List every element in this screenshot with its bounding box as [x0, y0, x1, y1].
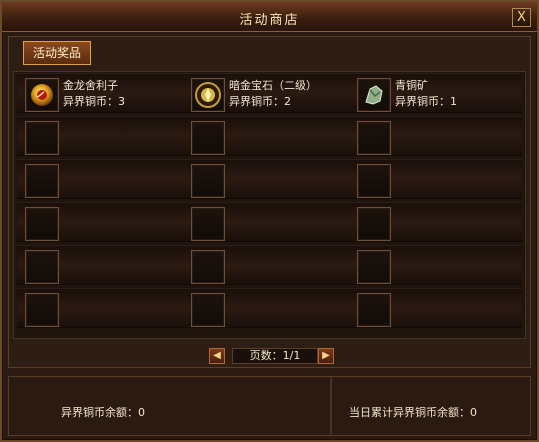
item-row — [17, 288, 522, 328]
item-name: 金龙舍利子 — [63, 79, 118, 92]
pagination: ◀ 页数：1/1 ▶ — [9, 344, 530, 366]
footer-divider — [330, 377, 332, 435]
item-name: 暗金宝石（二级） — [229, 79, 317, 92]
item-slot[interactable] — [25, 78, 59, 112]
daily-copper-balance: 当日累计异界铜币余额：0 — [349, 406, 477, 419]
prev-page-button[interactable]: ◀ — [209, 348, 225, 364]
empty-cell — [353, 290, 518, 328]
item-cell-1[interactable]: 金龙舍利子 异界铜币：3 — [21, 75, 186, 113]
tab-activity-rewards[interactable]: 活动奖品 — [23, 41, 91, 65]
next-page-button[interactable]: ▶ — [318, 348, 334, 364]
empty-slot[interactable] — [191, 121, 225, 155]
dark-gold-gem-icon — [195, 82, 221, 108]
item-price: 异界铜币：2 — [229, 95, 291, 108]
close-button[interactable]: X — [512, 8, 531, 27]
activity-shop-window: 活动商店 X 活动奖品 金龙舍利子 异界铜币：3 暗金宝石（二级） 异界铜币：2… — [0, 0, 539, 442]
empty-slot[interactable] — [25, 164, 59, 198]
copper-balance: 异界铜币余额：0 — [61, 406, 145, 419]
item-row — [17, 202, 522, 242]
window-title: 活动商店 — [239, 13, 300, 28]
empty-cell — [187, 118, 352, 156]
empty-cell — [21, 118, 186, 156]
empty-slot[interactable] — [357, 121, 391, 155]
empty-slot[interactable] — [25, 121, 59, 155]
item-slot[interactable] — [357, 78, 391, 112]
empty-slot[interactable] — [191, 207, 225, 241]
item-row: 金龙舍利子 异界铜币：3 暗金宝石（二级） 异界铜币：2 青铜矿 异界铜币：1 — [17, 73, 522, 113]
empty-slot[interactable] — [191, 293, 225, 327]
footer-panel: 异界铜币余额：0 当日累计异界铜币余额：0 — [8, 376, 531, 436]
empty-slot[interactable] — [25, 207, 59, 241]
empty-slot[interactable] — [357, 250, 391, 284]
empty-cell — [353, 204, 518, 242]
empty-slot[interactable] — [357, 293, 391, 327]
item-cell-2[interactable]: 暗金宝石（二级） 异界铜币：2 — [187, 75, 352, 113]
item-name: 青铜矿 — [395, 79, 428, 92]
bronze-ore-icon — [365, 85, 383, 105]
empty-cell — [353, 118, 518, 156]
empty-slot[interactable] — [357, 164, 391, 198]
empty-cell — [21, 161, 186, 199]
empty-cell — [187, 290, 352, 328]
empty-cell — [187, 161, 352, 199]
item-row — [17, 159, 522, 199]
empty-slot[interactable] — [25, 250, 59, 284]
shop-content: 活动奖品 金龙舍利子 异界铜币：3 暗金宝石（二级） 异界铜币：2 青铜矿 异界… — [8, 36, 531, 368]
empty-cell — [21, 247, 186, 285]
page-indicator: 页数：1/1 — [232, 348, 318, 364]
item-slot[interactable] — [191, 78, 225, 112]
gold-dragon-relic-icon — [31, 84, 53, 106]
item-grid: 金龙舍利子 异界铜币：3 暗金宝石（二级） 异界铜币：2 青铜矿 异界铜币：1 — [13, 71, 526, 339]
empty-cell — [21, 290, 186, 328]
empty-cell — [353, 161, 518, 199]
item-row — [17, 245, 522, 285]
item-row — [17, 116, 522, 156]
empty-cell — [187, 204, 352, 242]
empty-slot[interactable] — [191, 164, 225, 198]
empty-cell — [21, 204, 186, 242]
title-bar[interactable]: 活动商店 X — [2, 2, 537, 32]
item-price: 异界铜币：1 — [395, 95, 457, 108]
empty-cell — [187, 247, 352, 285]
empty-slot[interactable] — [357, 207, 391, 241]
empty-cell — [353, 247, 518, 285]
empty-slot[interactable] — [191, 250, 225, 284]
item-cell-3[interactable]: 青铜矿 异界铜币：1 — [353, 75, 518, 113]
item-price: 异界铜币：3 — [63, 95, 125, 108]
empty-slot[interactable] — [25, 293, 59, 327]
